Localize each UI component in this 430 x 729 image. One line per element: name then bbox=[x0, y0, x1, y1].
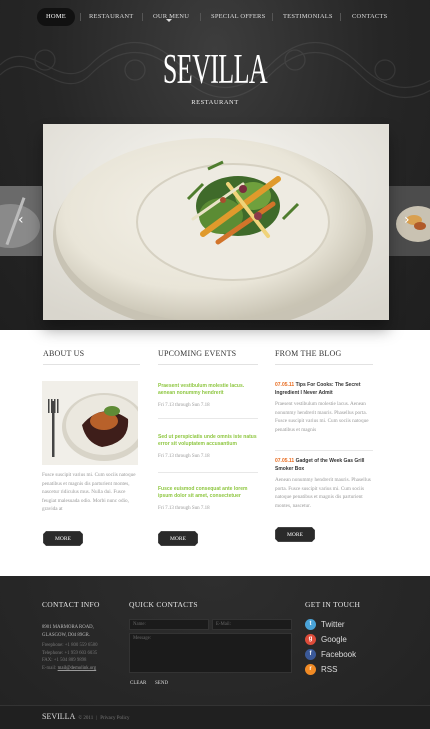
blog-excerpt: Praesent vestibulum molestie lacus. Aene… bbox=[275, 401, 369, 433]
email-label: E-mail: bbox=[42, 665, 58, 671]
logo[interactable]: SEVILLA bbox=[82, 48, 349, 92]
blog-heading: FROM THE BLOG bbox=[275, 349, 342, 358]
event-date: Fri 7.13 through Sun 7.18 bbox=[158, 403, 210, 408]
google-icon: g bbox=[305, 634, 316, 645]
divider bbox=[275, 364, 373, 365]
blog-date: 07.05.11 bbox=[275, 458, 295, 464]
event-title[interactable]: Fusce euismod consequat ante lorem ipsum… bbox=[158, 486, 260, 500]
footer-brand: SEVILLA bbox=[42, 712, 76, 721]
nav-divider bbox=[80, 13, 81, 21]
event-item: Praesent vestibulum molestie lacus. aene… bbox=[158, 383, 260, 408]
copyright-year: © 2011 bbox=[78, 716, 94, 721]
blog-more-button[interactable]: MORE bbox=[275, 527, 315, 542]
main-nav: HOME RESTAURANT OUR MENU SPECIAL OFFERS … bbox=[0, 8, 430, 26]
chevron-right-icon[interactable]: › bbox=[404, 213, 414, 227]
blog-post: 07.05.11 Gadget of the Week Gas Grill Sm… bbox=[275, 457, 375, 510]
freephone: Freephone: +1 800 559 6580 bbox=[42, 643, 98, 649]
event-item: Sed ut perspiciatis unde omnis iste natu… bbox=[158, 434, 260, 459]
hero-slide bbox=[43, 124, 389, 320]
event-date: Fri 7.13 through Sun 7.18 bbox=[158, 506, 210, 511]
blog-post: 07.05.11 Tips For Cooks: The Secret Ingr… bbox=[275, 381, 375, 434]
nav-restaurant[interactable]: RESTAURANT bbox=[89, 8, 133, 26]
rss-icon: r bbox=[305, 664, 316, 675]
clear-button[interactable]: CLEAR bbox=[130, 681, 146, 686]
nav-divider bbox=[340, 13, 341, 21]
telephone: Telephone: +1 959 603 6035 bbox=[42, 650, 98, 656]
blog-excerpt: Aenean nonummy hendrerit mauris. Phasell… bbox=[275, 477, 371, 509]
social-facebook[interactable]: f Facebook bbox=[305, 649, 356, 660]
address-line: 8901 MARMORA ROAD, bbox=[42, 625, 94, 630]
facebook-icon: f bbox=[305, 649, 316, 660]
copyright: SEVILLA © 2011 | Privacy Policy bbox=[42, 712, 130, 721]
chevron-down-icon bbox=[166, 19, 172, 22]
event-item: Fusce euismod consequat ante lorem ipsum… bbox=[158, 486, 260, 511]
send-button[interactable]: SEND bbox=[155, 681, 168, 686]
event-date: Fri 7.13 through Sun 7.18 bbox=[158, 454, 210, 459]
social-label: Facebook bbox=[321, 650, 357, 659]
contact-info-heading: CONTACT INFO bbox=[42, 600, 100, 609]
divider bbox=[158, 364, 258, 365]
social-label: RSS bbox=[321, 665, 338, 674]
contact-address: 8901 MARMORA ROAD, GLASGOW, D04 89GR. Fr… bbox=[42, 624, 97, 673]
nav-testimonials[interactable]: TESTIMONIALS bbox=[283, 8, 333, 26]
about-more-button[interactable]: MORE bbox=[43, 531, 83, 546]
nav-home[interactable]: HOME bbox=[37, 8, 75, 26]
divider bbox=[158, 418, 258, 419]
nav-our-menu[interactable]: OUR MENU bbox=[153, 8, 189, 26]
logo-tagline: RESTAURANT bbox=[191, 99, 239, 106]
email-link[interactable]: mail@demolink.org bbox=[58, 666, 97, 671]
nav-special-offers[interactable]: SPECIAL OFFERS bbox=[211, 8, 265, 26]
about-text: Fusce suscipit varius mi. Cum sociis nat… bbox=[42, 472, 136, 512]
nav-divider bbox=[200, 13, 201, 21]
social-google[interactable]: g Google bbox=[305, 634, 347, 645]
event-title[interactable]: Sed ut perspiciatis unde omnis iste natu… bbox=[158, 434, 260, 448]
social-label: Google bbox=[321, 635, 347, 644]
social-rss[interactable]: r RSS bbox=[305, 664, 337, 675]
privacy-policy-link[interactable]: Privacy Policy bbox=[100, 716, 129, 721]
social-twitter[interactable]: t Twitter bbox=[305, 619, 345, 630]
nav-divider bbox=[142, 13, 143, 21]
message-field[interactable]: Message: bbox=[129, 633, 292, 673]
fax: FAX: +1 504 889 9898 bbox=[42, 658, 87, 664]
email-field[interactable]: E-Mail: bbox=[212, 619, 292, 630]
get-in-touch-heading: GET IN TOUCH bbox=[305, 600, 361, 609]
about-heading: ABOUT US bbox=[43, 349, 85, 358]
about-image bbox=[42, 381, 138, 465]
address-line: GLASGOW, D04 89GR. bbox=[42, 632, 91, 638]
social-label: Twitter bbox=[321, 620, 345, 629]
event-title[interactable]: Praesent vestibulum molestie lacus. aene… bbox=[158, 383, 260, 397]
nav-contacts[interactable]: CONTACTS bbox=[352, 8, 387, 26]
chevron-left-icon[interactable]: ‹ bbox=[18, 213, 28, 227]
divider bbox=[275, 450, 373, 451]
quick-contacts-heading: QUICK CONTACTS bbox=[129, 600, 198, 609]
divider bbox=[158, 472, 258, 473]
nav-divider bbox=[272, 13, 273, 21]
twitter-icon: t bbox=[305, 619, 316, 630]
events-heading: UPCOMING EVENTS bbox=[158, 349, 237, 358]
divider bbox=[43, 364, 140, 365]
name-field[interactable]: Name: bbox=[129, 619, 209, 630]
blog-date: 07.05.11 bbox=[275, 382, 295, 388]
events-more-button[interactable]: MORE bbox=[158, 531, 198, 546]
hero-dish-image bbox=[43, 124, 389, 320]
